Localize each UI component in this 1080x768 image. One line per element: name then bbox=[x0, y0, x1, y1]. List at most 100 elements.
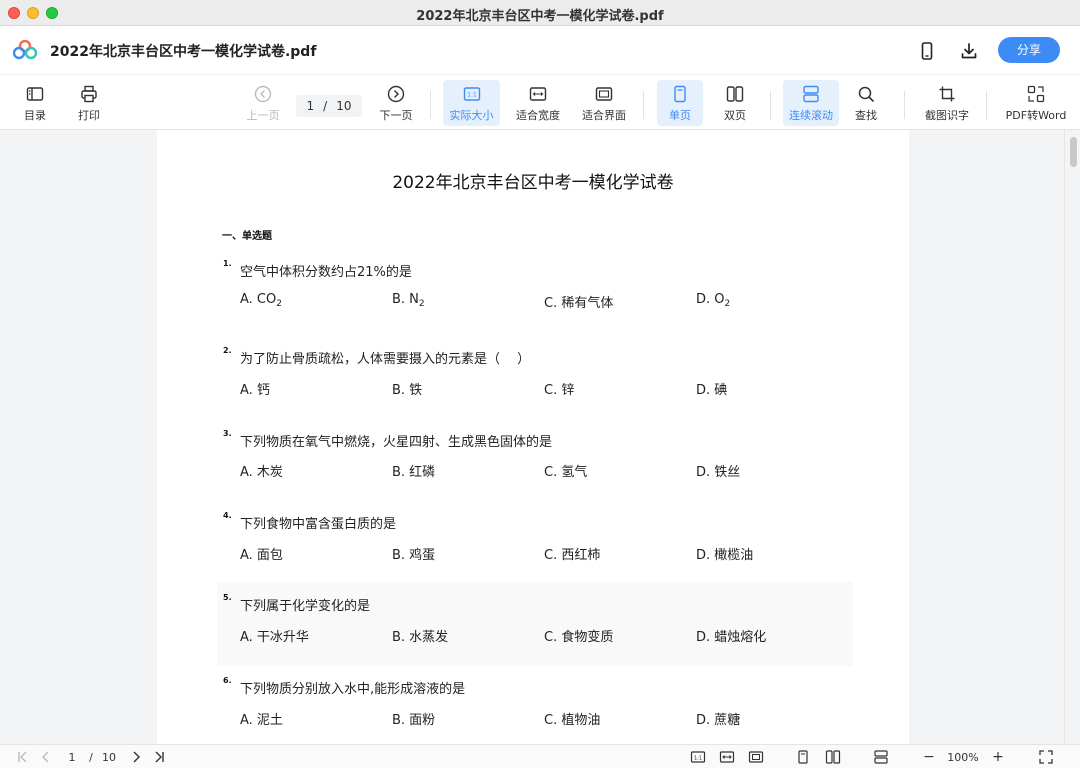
fit-width-label: 适合宽度 bbox=[516, 109, 560, 122]
find-label: 查找 bbox=[855, 109, 877, 122]
option-d: D. 铁丝 bbox=[696, 465, 741, 480]
next-page-button[interactable]: 下一页 bbox=[375, 80, 417, 126]
option-b: B. 面粉 bbox=[392, 713, 436, 728]
toc-label: 目录 bbox=[24, 109, 46, 122]
fit-page-label: 适合界面 bbox=[582, 109, 626, 122]
vertical-scrollbar[interactable] bbox=[1064, 130, 1080, 744]
option-a: A. 木炭 bbox=[240, 465, 283, 480]
double-page-icon bbox=[726, 86, 744, 102]
convert-icon bbox=[1027, 85, 1045, 103]
document-name: 2022年北京丰台区中考一模化学试卷.pdf bbox=[50, 44, 317, 60]
question-text: 下列物质在氧气中燃烧，火星四射、生成黑色固体的是 bbox=[240, 435, 553, 450]
find-button[interactable]: 查找 bbox=[847, 80, 885, 126]
fit-width-icon bbox=[719, 751, 735, 763]
svg-text:1:1: 1:1 bbox=[467, 92, 477, 99]
zoom-out-button[interactable]: − bbox=[920, 749, 938, 765]
single-page-icon bbox=[798, 750, 808, 764]
single-page-button[interactable]: 单页 bbox=[657, 80, 703, 126]
continuous-scroll-icon bbox=[803, 85, 819, 103]
status-page-separator: / bbox=[89, 750, 93, 764]
prev-page-button[interactable] bbox=[37, 749, 55, 765]
double-page-button[interactable] bbox=[824, 749, 842, 765]
fit-page-button[interactable]: 适合界面 bbox=[578, 80, 630, 126]
zoom-level[interactable]: 100% bbox=[944, 749, 982, 765]
toolbar-divider bbox=[430, 91, 431, 119]
option-c: C. 西红柿 bbox=[544, 548, 601, 563]
fit-width-button[interactable]: 适合宽度 bbox=[513, 80, 563, 126]
next-page-label: 下一页 bbox=[379, 109, 413, 122]
document-title: 2022年北京丰台区中考一模化学试卷 bbox=[392, 173, 674, 193]
chevron-right-icon bbox=[133, 751, 140, 763]
actual-size-label: 实际大小 bbox=[449, 109, 494, 122]
fullscreen-button[interactable] bbox=[1037, 749, 1055, 765]
question-number: 3. bbox=[223, 429, 232, 438]
option-a: A. 面包 bbox=[240, 548, 283, 563]
share-button[interactable]: 分享 bbox=[998, 37, 1060, 63]
option-b: B. 鸡蛋 bbox=[392, 548, 436, 563]
question-text: 为了防止骨质疏松，人体需要摄入的元素是（ ） bbox=[240, 352, 531, 367]
question-number: 5. bbox=[223, 593, 232, 602]
toolbar-divider bbox=[986, 91, 987, 119]
section-heading: 一、单选题 bbox=[222, 231, 272, 242]
option-c: C. 植物油 bbox=[544, 713, 601, 728]
continuous-scroll-button[interactable] bbox=[872, 749, 890, 765]
toc-button[interactable]: 目录 bbox=[16, 80, 54, 126]
actual-size-icon: 1:1 bbox=[690, 751, 706, 763]
printer-icon bbox=[81, 85, 97, 103]
page-number-input[interactable]: 1 / 10 bbox=[296, 95, 362, 117]
download-button[interactable] bbox=[958, 40, 980, 62]
main-toolbar: 目录 打印 上一页 1 / 10 下一页 1:1 实际大小 适合宽度 适合界面 … bbox=[0, 74, 1080, 130]
option-d: D. O2 bbox=[696, 292, 731, 309]
option-c: C. 食物变质 bbox=[544, 630, 614, 645]
chevron-left-icon bbox=[42, 751, 49, 763]
actual-size-button[interactable]: 1:1 实际大小 bbox=[443, 80, 500, 126]
prev-page-label: 上一页 bbox=[246, 109, 280, 122]
question-text: 下列物质分别放入水中,能形成溶液的是 bbox=[240, 682, 466, 697]
status-current-page[interactable]: 1 bbox=[66, 749, 78, 765]
continuous-scroll-button[interactable]: 连续滚动 bbox=[783, 80, 839, 126]
last-page-button[interactable] bbox=[150, 749, 168, 765]
crop-icon bbox=[939, 86, 955, 102]
ocr-button[interactable]: 截图识字 bbox=[920, 80, 974, 126]
status-bar: 1 / 10 1:1 − 100% + bbox=[0, 744, 1080, 768]
option-b: B. 红磷 bbox=[392, 465, 436, 480]
question-text: 空气中体积分数约占21%的是 bbox=[240, 265, 412, 280]
single-page-button[interactable] bbox=[794, 749, 812, 765]
prev-page-button[interactable]: 上一页 bbox=[243, 80, 283, 126]
question-number: 1. bbox=[223, 259, 232, 268]
option-b: B. 铁 bbox=[392, 383, 423, 398]
scrollbar-thumb[interactable] bbox=[1070, 137, 1077, 167]
status-total-pages: 10 bbox=[102, 750, 116, 764]
next-page-button[interactable] bbox=[127, 749, 145, 765]
question-text: 下列属于化学变化的是 bbox=[240, 599, 371, 614]
last-page-icon bbox=[155, 751, 164, 763]
print-label: 打印 bbox=[78, 109, 100, 122]
double-page-label: 双页 bbox=[724, 109, 746, 122]
option-a: A. CO2 bbox=[240, 292, 282, 309]
single-page-label: 单页 bbox=[669, 109, 691, 122]
fit-page-icon bbox=[748, 751, 764, 763]
option-b: B. N2 bbox=[392, 292, 425, 309]
pdf-to-word-button[interactable]: PDF转Word bbox=[1000, 80, 1072, 126]
pdf-page: 2022年北京丰台区中考一模化学试卷 一、单选题 1. 空气中体积分数约占21%… bbox=[157, 130, 909, 744]
mobile-button[interactable] bbox=[916, 40, 938, 62]
zoom-in-button[interactable]: + bbox=[989, 749, 1007, 765]
print-button[interactable]: 打印 bbox=[70, 80, 108, 126]
toolbar-divider bbox=[643, 91, 644, 119]
actual-size-button[interactable]: 1:1 bbox=[689, 749, 707, 765]
current-page-value: 1 bbox=[306, 99, 315, 113]
toolbar-divider bbox=[904, 91, 905, 119]
document-viewer[interactable]: 2022年北京丰台区中考一模化学试卷 一、单选题 1. 空气中体积分数约占21%… bbox=[0, 130, 1080, 744]
first-page-button[interactable] bbox=[14, 749, 32, 765]
ocr-label: 截图识字 bbox=[925, 109, 969, 122]
question-number: 2. bbox=[223, 346, 232, 355]
fit-width-button[interactable] bbox=[718, 749, 736, 765]
download-icon bbox=[961, 43, 977, 59]
window-title: 2022年北京丰台区中考一模化学试卷.pdf bbox=[416, 9, 664, 24]
fit-page-button[interactable] bbox=[747, 749, 765, 765]
first-page-icon bbox=[18, 751, 27, 763]
window-titlebar: 2022年北京丰台区中考一模化学试卷.pdf bbox=[0, 0, 1080, 26]
single-page-icon bbox=[674, 85, 686, 103]
double-page-button[interactable]: 双页 bbox=[713, 80, 757, 126]
app-header: 2022年北京丰台区中考一模化学试卷.pdf 分享 bbox=[0, 26, 1080, 74]
